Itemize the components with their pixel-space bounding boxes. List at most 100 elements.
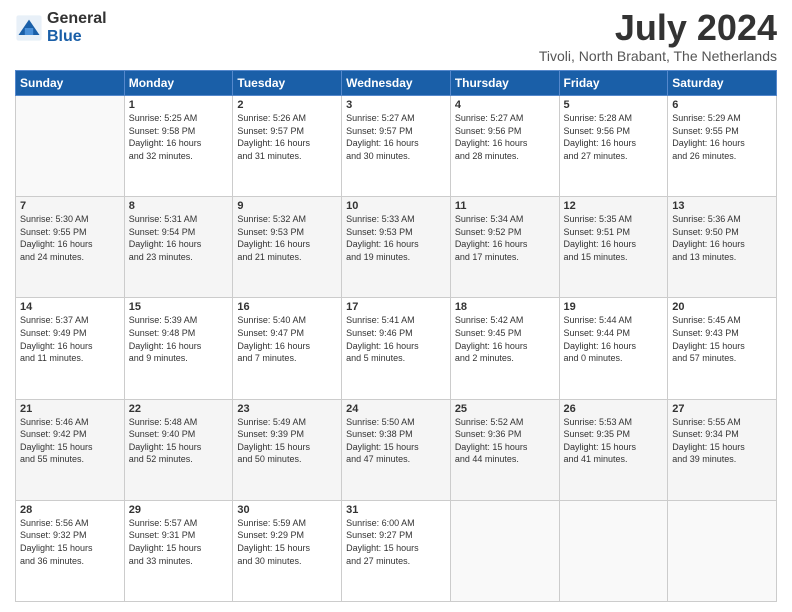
day-info: Sunrise: 5:45 AM Sunset: 9:43 PM Dayligh… [672, 314, 772, 364]
day-info: Sunrise: 5:44 AM Sunset: 9:44 PM Dayligh… [564, 314, 664, 364]
day-number: 21 [20, 403, 120, 415]
calendar-week-row: 7Sunrise: 5:30 AM Sunset: 9:55 PM Daylig… [16, 197, 777, 298]
weekday-header-row: SundayMondayTuesdayWednesdayThursdayFrid… [16, 71, 777, 96]
day-info: Sunrise: 5:25 AM Sunset: 9:58 PM Dayligh… [129, 112, 229, 162]
calendar-cell: 22Sunrise: 5:48 AM Sunset: 9:40 PM Dayli… [124, 399, 233, 500]
day-number: 14 [20, 301, 120, 313]
day-number: 18 [455, 301, 555, 313]
calendar-week-row: 1Sunrise: 5:25 AM Sunset: 9:58 PM Daylig… [16, 96, 777, 197]
day-info: Sunrise: 5:41 AM Sunset: 9:46 PM Dayligh… [346, 314, 446, 364]
day-number: 30 [237, 504, 337, 516]
day-info: Sunrise: 5:42 AM Sunset: 9:45 PM Dayligh… [455, 314, 555, 364]
calendar-cell: 21Sunrise: 5:46 AM Sunset: 9:42 PM Dayli… [16, 399, 125, 500]
day-number: 16 [237, 301, 337, 313]
calendar-cell: 24Sunrise: 5:50 AM Sunset: 9:38 PM Dayli… [342, 399, 451, 500]
calendar-cell: 4Sunrise: 5:27 AM Sunset: 9:56 PM Daylig… [450, 96, 559, 197]
day-number: 5 [564, 99, 664, 111]
day-number: 7 [20, 200, 120, 212]
day-number: 26 [564, 403, 664, 415]
header: General Blue July 2024 Tivoli, North Bra… [15, 10, 777, 64]
day-number: 23 [237, 403, 337, 415]
weekday-header: Tuesday [233, 71, 342, 96]
calendar-cell: 16Sunrise: 5:40 AM Sunset: 9:47 PM Dayli… [233, 298, 342, 399]
calendar-week-row: 28Sunrise: 5:56 AM Sunset: 9:32 PM Dayli… [16, 500, 777, 601]
day-number: 17 [346, 301, 446, 313]
page: General Blue July 2024 Tivoli, North Bra… [0, 0, 792, 612]
day-info: Sunrise: 5:53 AM Sunset: 9:35 PM Dayligh… [564, 416, 664, 466]
day-info: Sunrise: 5:49 AM Sunset: 9:39 PM Dayligh… [237, 416, 337, 466]
weekday-header: Sunday [16, 71, 125, 96]
calendar-cell: 30Sunrise: 5:59 AM Sunset: 9:29 PM Dayli… [233, 500, 342, 601]
day-number: 2 [237, 99, 337, 111]
day-number: 29 [129, 504, 229, 516]
location-subtitle: Tivoli, North Brabant, The Netherlands [539, 48, 777, 64]
day-number: 9 [237, 200, 337, 212]
day-info: Sunrise: 6:00 AM Sunset: 9:27 PM Dayligh… [346, 517, 446, 567]
calendar-cell: 11Sunrise: 5:34 AM Sunset: 9:52 PM Dayli… [450, 197, 559, 298]
calendar-table: SundayMondayTuesdayWednesdayThursdayFrid… [15, 70, 777, 602]
day-info: Sunrise: 5:33 AM Sunset: 9:53 PM Dayligh… [346, 213, 446, 263]
calendar-cell: 25Sunrise: 5:52 AM Sunset: 9:36 PM Dayli… [450, 399, 559, 500]
day-number: 1 [129, 99, 229, 111]
calendar-cell: 19Sunrise: 5:44 AM Sunset: 9:44 PM Dayli… [559, 298, 668, 399]
calendar-cell: 20Sunrise: 5:45 AM Sunset: 9:43 PM Dayli… [668, 298, 777, 399]
calendar-cell: 13Sunrise: 5:36 AM Sunset: 9:50 PM Dayli… [668, 197, 777, 298]
title-block: July 2024 Tivoli, North Brabant, The Net… [539, 10, 777, 64]
day-info: Sunrise: 5:26 AM Sunset: 9:57 PM Dayligh… [237, 112, 337, 162]
day-number: 24 [346, 403, 446, 415]
day-number: 6 [672, 99, 772, 111]
calendar-cell [668, 500, 777, 601]
day-info: Sunrise: 5:59 AM Sunset: 9:29 PM Dayligh… [237, 517, 337, 567]
calendar-cell: 5Sunrise: 5:28 AM Sunset: 9:56 PM Daylig… [559, 96, 668, 197]
calendar-cell: 6Sunrise: 5:29 AM Sunset: 9:55 PM Daylig… [668, 96, 777, 197]
day-info: Sunrise: 5:57 AM Sunset: 9:31 PM Dayligh… [129, 517, 229, 567]
calendar-cell [450, 500, 559, 601]
calendar-week-row: 21Sunrise: 5:46 AM Sunset: 9:42 PM Dayli… [16, 399, 777, 500]
calendar-cell [559, 500, 668, 601]
day-number: 27 [672, 403, 772, 415]
calendar-cell: 2Sunrise: 5:26 AM Sunset: 9:57 PM Daylig… [233, 96, 342, 197]
day-info: Sunrise: 5:30 AM Sunset: 9:55 PM Dayligh… [20, 213, 120, 263]
weekday-header: Monday [124, 71, 233, 96]
calendar-cell: 10Sunrise: 5:33 AM Sunset: 9:53 PM Dayli… [342, 197, 451, 298]
day-info: Sunrise: 5:56 AM Sunset: 9:32 PM Dayligh… [20, 517, 120, 567]
day-number: 19 [564, 301, 664, 313]
calendar-cell [16, 96, 125, 197]
day-number: 15 [129, 301, 229, 313]
day-number: 22 [129, 403, 229, 415]
calendar-cell: 9Sunrise: 5:32 AM Sunset: 9:53 PM Daylig… [233, 197, 342, 298]
day-number: 8 [129, 200, 229, 212]
calendar-cell: 1Sunrise: 5:25 AM Sunset: 9:58 PM Daylig… [124, 96, 233, 197]
day-info: Sunrise: 5:39 AM Sunset: 9:48 PM Dayligh… [129, 314, 229, 364]
calendar-cell: 23Sunrise: 5:49 AM Sunset: 9:39 PM Dayli… [233, 399, 342, 500]
calendar-cell: 14Sunrise: 5:37 AM Sunset: 9:49 PM Dayli… [16, 298, 125, 399]
day-number: 20 [672, 301, 772, 313]
calendar-cell: 26Sunrise: 5:53 AM Sunset: 9:35 PM Dayli… [559, 399, 668, 500]
day-info: Sunrise: 5:35 AM Sunset: 9:51 PM Dayligh… [564, 213, 664, 263]
day-number: 4 [455, 99, 555, 111]
day-number: 13 [672, 200, 772, 212]
weekday-header: Friday [559, 71, 668, 96]
day-info: Sunrise: 5:48 AM Sunset: 9:40 PM Dayligh… [129, 416, 229, 466]
day-info: Sunrise: 5:46 AM Sunset: 9:42 PM Dayligh… [20, 416, 120, 466]
day-number: 10 [346, 200, 446, 212]
day-info: Sunrise: 5:55 AM Sunset: 9:34 PM Dayligh… [672, 416, 772, 466]
day-number: 28 [20, 504, 120, 516]
day-info: Sunrise: 5:36 AM Sunset: 9:50 PM Dayligh… [672, 213, 772, 263]
logo-general: General [47, 10, 107, 28]
day-info: Sunrise: 5:40 AM Sunset: 9:47 PM Dayligh… [237, 314, 337, 364]
weekday-header: Saturday [668, 71, 777, 96]
logo: General Blue [15, 10, 107, 45]
weekday-header: Thursday [450, 71, 559, 96]
day-number: 11 [455, 200, 555, 212]
day-number: 3 [346, 99, 446, 111]
day-number: 31 [346, 504, 446, 516]
day-info: Sunrise: 5:37 AM Sunset: 9:49 PM Dayligh… [20, 314, 120, 364]
day-info: Sunrise: 5:31 AM Sunset: 9:54 PM Dayligh… [129, 213, 229, 263]
calendar-cell: 8Sunrise: 5:31 AM Sunset: 9:54 PM Daylig… [124, 197, 233, 298]
day-info: Sunrise: 5:27 AM Sunset: 9:56 PM Dayligh… [455, 112, 555, 162]
day-info: Sunrise: 5:50 AM Sunset: 9:38 PM Dayligh… [346, 416, 446, 466]
calendar-cell: 15Sunrise: 5:39 AM Sunset: 9:48 PM Dayli… [124, 298, 233, 399]
calendar-cell: 3Sunrise: 5:27 AM Sunset: 9:57 PM Daylig… [342, 96, 451, 197]
calendar-cell: 7Sunrise: 5:30 AM Sunset: 9:55 PM Daylig… [16, 197, 125, 298]
